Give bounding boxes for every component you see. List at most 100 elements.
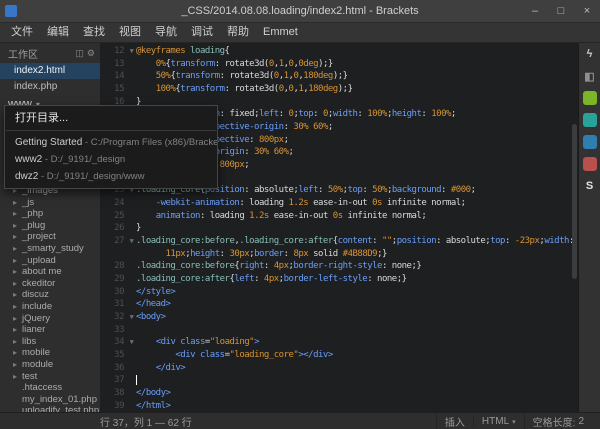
code-row[interactable]: 31</head>	[100, 298, 578, 311]
tree-item-_project[interactable]: ▸_project	[0, 231, 100, 243]
folder-arrow-icon: ▸	[13, 324, 22, 336]
code-row[interactable]: 26}	[100, 222, 578, 235]
code-row[interactable]: 27▼.loading_core:before,.loading_core:af…	[100, 235, 578, 248]
tree-item-_php[interactable]: ▸_php	[0, 208, 100, 220]
gear-icon[interactable]: ⚙	[87, 48, 95, 59]
line-number: 13	[100, 58, 127, 71]
code-row[interactable]: 36 </div>	[100, 362, 578, 375]
maximize-button[interactable]: □	[548, 0, 574, 22]
code-line: </div>	[136, 362, 578, 375]
line-number: 12	[100, 45, 127, 58]
menu-item-编辑[interactable]: 编辑	[40, 23, 76, 42]
menu-item-查找[interactable]: 查找	[76, 23, 112, 42]
project-entry-name: Getting Started	[15, 137, 82, 148]
code-row[interactable]: 13 0%{transform: rotate3d(0,1,0,0deg);}	[100, 58, 578, 71]
code-row[interactable]: 15 100%{transform: rotate3d(0,0,1,180deg…	[100, 83, 578, 96]
fold-arrow-icon[interactable]: ▼	[127, 311, 136, 324]
tree-item-.htaccess[interactable]: .htaccess	[0, 382, 100, 394]
tree-item-_smarty_study[interactable]: ▸_smarty_study	[0, 243, 100, 255]
tree-item-label: _js	[22, 197, 34, 209]
tree-item-uploadify_test.php[interactable]: uploadify_test.php	[0, 405, 100, 412]
live-preview-icon[interactable]: ϟ	[583, 47, 597, 61]
tree-item-module[interactable]: ▸module	[0, 359, 100, 371]
fold-arrow-icon[interactable]: ▼	[127, 336, 136, 349]
tree-item-about me[interactable]: ▸about me	[0, 266, 100, 278]
code-row[interactable]: 28 .loading_core:before{right: 4px;border…	[100, 260, 578, 273]
extension-red-icon[interactable]	[583, 157, 597, 171]
minimize-button[interactable]: –	[522, 0, 548, 22]
line-number: 14	[100, 70, 127, 83]
tree-item-my_index_01.php[interactable]: my_index_01.php	[0, 394, 100, 406]
code-row[interactable]: 39</html>	[100, 400, 578, 412]
close-button[interactable]: ×	[574, 0, 600, 22]
tree-item-label: discuz	[22, 289, 49, 301]
tree-item-test[interactable]: ▸test	[0, 371, 100, 383]
menu-item-文件[interactable]: 文件	[4, 23, 40, 42]
code-line	[136, 324, 578, 337]
extension-blue-icon[interactable]	[583, 135, 597, 149]
code-row[interactable]: 12▼@keyframes loading{	[100, 45, 578, 58]
fold-gutter	[127, 349, 136, 362]
recent-project-www2[interactable]: www2 - D:/_9191/_design	[5, 151, 217, 168]
folder-arrow-icon: ▸	[13, 289, 22, 301]
insert-mode-indicator[interactable]: 插入	[436, 414, 473, 429]
tree-item-lianer[interactable]: ▸lianer	[0, 324, 100, 336]
scrollbar-thumb[interactable]	[572, 124, 577, 279]
menu-item-帮助[interactable]: 帮助	[220, 23, 256, 42]
editor[interactable]: 12▼@keyframes loading{13 0%{transform: r…	[100, 43, 578, 412]
menu-item-Emmet[interactable]: Emmet	[256, 23, 305, 42]
language-label: HTML	[482, 416, 509, 427]
indent-setting[interactable]: 空格长度: 2	[524, 414, 592, 429]
tree-item-_plug[interactable]: ▸_plug	[0, 220, 100, 232]
fold-arrow-icon[interactable]: ▼	[127, 45, 136, 58]
tree-item-jQuery[interactable]: ▸jQuery	[0, 313, 100, 325]
menu-item-视图[interactable]: 视图	[112, 23, 148, 42]
line-number: 15	[100, 83, 127, 96]
code-row[interactable]: 29.loading_core:after{left: 4px;border-l…	[100, 273, 578, 286]
fold-arrow-icon[interactable]: ▼	[127, 235, 136, 248]
code-row[interactable]: 25 animation: loading 1.2s ease-in-out 0…	[100, 210, 578, 223]
indent-label: 空格长度:	[533, 414, 576, 429]
code-row[interactable]: 34▼ <div class="loading">	[100, 336, 578, 349]
tree-item-_js[interactable]: ▸_js	[0, 197, 100, 209]
fold-gutter	[127, 210, 136, 223]
fold-gutter	[127, 222, 136, 235]
indent-value[interactable]: 2	[578, 416, 584, 427]
code-row[interactable]: 24 -webkit-animation: loading 1.2s ease-…	[100, 197, 578, 210]
working-file-index.php[interactable]: index.php	[0, 79, 100, 95]
code-row[interactable]: 38</body>	[100, 387, 578, 400]
open-folder-item[interactable]: 打开目录...	[5, 109, 217, 127]
extension-s-icon[interactable]: S	[583, 179, 597, 193]
tree-item-libs[interactable]: ▸libs	[0, 336, 100, 348]
extension-teal-icon[interactable]	[583, 113, 597, 127]
code-row[interactable]: 11px;height: 30px;border: 8px solid #4B8…	[100, 248, 578, 261]
recent-project-Getting Started[interactable]: Getting Started - C:/Program Files (x86)…	[5, 134, 217, 151]
code-row[interactable]: 33	[100, 324, 578, 337]
extension-manager-icon[interactable]: ◧	[583, 69, 597, 83]
code-row[interactable]: 32▼<body>	[100, 311, 578, 324]
code-row[interactable]: 37	[100, 374, 578, 387]
code-line	[136, 374, 578, 387]
recent-project-dwz2[interactable]: dwz2 - D:/_9191/_design/www	[5, 168, 217, 185]
folder-arrow-icon: ▸	[13, 197, 22, 209]
code-line: .loading_core:before{right: 4px;border-r…	[136, 260, 578, 273]
editor-scrollbar[interactable]	[571, 43, 578, 412]
fold-gutter	[127, 58, 136, 71]
extension-green-icon[interactable]	[583, 91, 597, 105]
menu-item-调试[interactable]: 调试	[184, 23, 220, 42]
split-view-icon[interactable]: ◫	[75, 48, 84, 59]
tree-item-include[interactable]: ▸include	[0, 301, 100, 313]
tree-item-_upload[interactable]: ▸_upload	[0, 255, 100, 267]
tree-item-discuz[interactable]: ▸discuz	[0, 289, 100, 301]
code-row[interactable]: 30</style>	[100, 286, 578, 299]
menu-item-导航[interactable]: 导航	[148, 23, 184, 42]
code-row[interactable]: 35 <div class="loading_core"></div>	[100, 349, 578, 362]
tree-item-label: include	[22, 301, 52, 313]
tree-item-mobile[interactable]: ▸mobile	[0, 347, 100, 359]
line-number: 28	[100, 260, 127, 273]
code-row[interactable]: 14 50%{transform: rotate3d(0,1,0,180deg)…	[100, 70, 578, 83]
tree-item-ckeditor[interactable]: ▸ckeditor	[0, 278, 100, 290]
working-file-index2.html[interactable]: index2.html	[0, 63, 100, 79]
language-selector[interactable]: HTML ▾	[473, 416, 524, 427]
line-number: 38	[100, 387, 127, 400]
